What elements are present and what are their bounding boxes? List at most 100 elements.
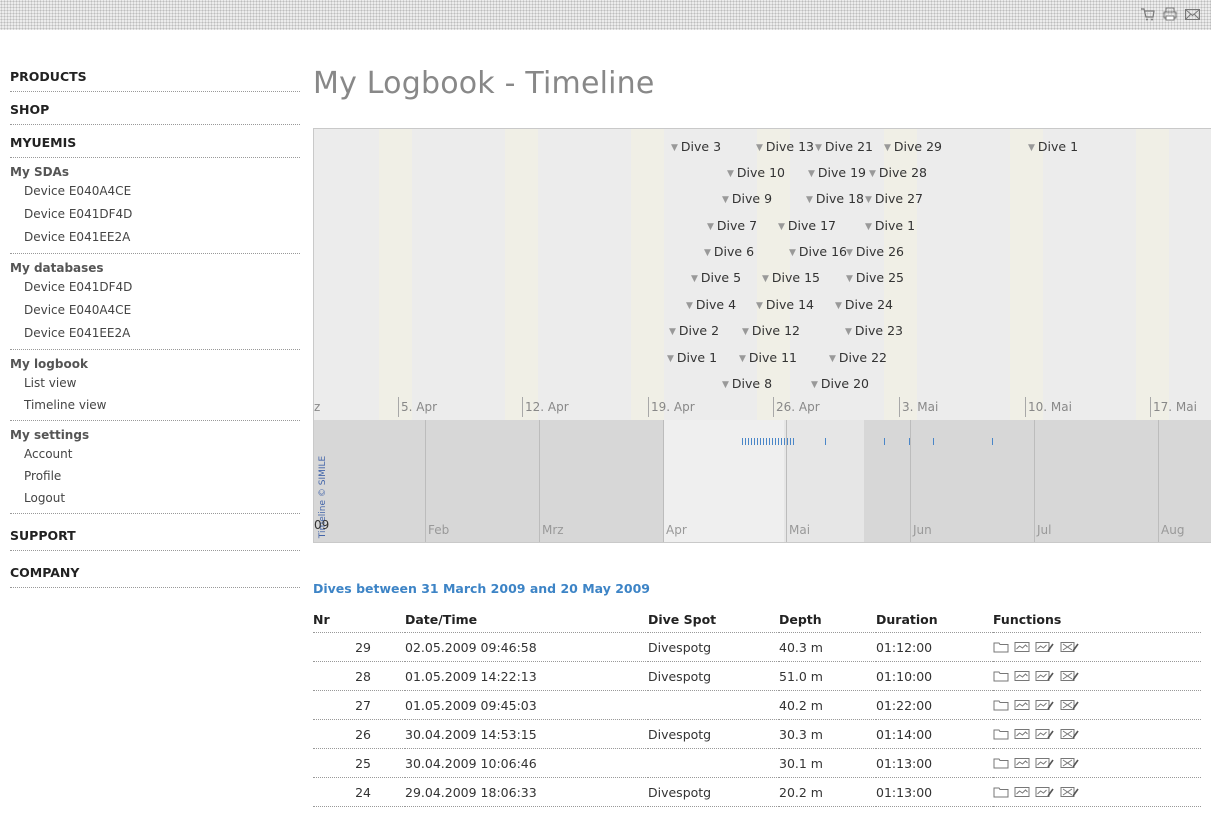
sidebar-group-title[interactable]: My logbook: [10, 356, 300, 372]
sidebar-item-sda[interactable]: Device E041DF4D: [10, 203, 300, 226]
sidebar-item-database[interactable]: Device E040A4CE: [10, 299, 300, 322]
sidebar-group-title[interactable]: My settings: [10, 427, 300, 443]
timeline-event[interactable]: ▼ Dive 10: [727, 165, 785, 181]
timeline-event[interactable]: ▼ Dive 24: [835, 297, 893, 313]
folder-icon[interactable]: [993, 786, 1009, 798]
timeline-event[interactable]: ▼ Dive 28: [869, 165, 927, 181]
sidebar-group-title[interactable]: My SDAs: [10, 164, 300, 180]
table-row[interactable]: 29 02.05.2009 09:46:58 Divespotg 40.3 m 01:1…: [313, 632, 1201, 662]
folder-icon[interactable]: [993, 728, 1009, 740]
profile-graph-icon[interactable]: [1014, 699, 1030, 711]
table-row[interactable]: 24 29.04.2009 18:06:33 Divespotg 20.2 m 01:1…: [313, 777, 1201, 807]
col-date[interactable]: Date/Time: [405, 606, 648, 633]
timeline-event[interactable]: ▼ Dive 13: [756, 139, 814, 155]
delete-icon[interactable]: [1060, 728, 1080, 740]
sidebar-item-list-view[interactable]: List view: [10, 372, 300, 394]
timeline-event[interactable]: ▼ Dive 27: [865, 191, 923, 207]
timeline-event[interactable]: ▼ Dive 29: [884, 139, 942, 155]
timeline-event[interactable]: ▼ Dive 3: [671, 139, 721, 155]
folder-icon[interactable]: [993, 757, 1009, 769]
sidebar-item-sda[interactable]: Device E041EE2A: [10, 226, 300, 249]
sidebar-group-title[interactable]: My databases: [10, 260, 300, 276]
timeline-event[interactable]: ▼ Dive 7: [707, 218, 757, 234]
col-duration[interactable]: Duration: [876, 606, 993, 633]
timeline-detail-band[interactable]: ▼ Dive 3 ▼ Dive 13 ▼ Dive 21 ▼ Dive 29 ▼ Dive 1 ▼ D…: [314, 129, 1211, 420]
month-divider: [539, 420, 540, 542]
folder-icon[interactable]: [993, 641, 1009, 653]
profile-graph-icon[interactable]: [1014, 728, 1030, 740]
event-label: Dive 16: [798, 244, 847, 259]
sidebar-item-sda[interactable]: Device E040A4CE: [10, 180, 300, 203]
table-header-row: Nr Date/Time Dive Spot Depth Duration Fu…: [313, 606, 1201, 633]
timeline-event[interactable]: ▼ Dive 15: [762, 270, 820, 286]
delete-icon[interactable]: [1060, 641, 1080, 653]
timeline-event[interactable]: ▼ Dive 16: [789, 244, 847, 260]
nav-support[interactable]: SUPPORT: [10, 514, 300, 551]
timeline-event[interactable]: ▼ Dive 2: [669, 323, 719, 339]
timeline-event[interactable]: ▼ Dive 1: [1028, 139, 1078, 155]
nav-products[interactable]: PRODUCTS: [10, 60, 300, 92]
timeline-event[interactable]: ▼ Dive 21: [815, 139, 873, 155]
profile-graph-icon[interactable]: [1014, 670, 1030, 682]
col-depth[interactable]: Depth: [779, 606, 876, 633]
timeline-overview-band[interactable]: Timeline © SIMILE 09 Feb Mrz Apr Mai Jun Jul A…: [314, 420, 1211, 542]
edit-graph-icon[interactable]: [1035, 757, 1055, 769]
print-icon[interactable]: [1162, 6, 1178, 22]
nav-shop[interactable]: SHOP: [10, 92, 300, 125]
delete-icon[interactable]: [1060, 786, 1080, 798]
edit-graph-icon[interactable]: [1035, 728, 1055, 740]
timeline-widget[interactable]: ▼ Dive 3 ▼ Dive 13 ▼ Dive 21 ▼ Dive 29 ▼ Dive 1 ▼ D…: [313, 128, 1211, 543]
timeline-event[interactable]: ▼ Dive 19: [808, 165, 866, 181]
top-bar: [0, 0, 1211, 30]
sidebar-item-profile[interactable]: Profile: [10, 465, 300, 487]
sidebar-item-database[interactable]: Device E041DF4D: [10, 276, 300, 299]
table-row[interactable]: 25 30.04.2009 10:06:46 30.1 m 01:13:00: [313, 748, 1201, 778]
timeline-event[interactable]: ▼ Dive 23: [845, 323, 903, 339]
nav-myuemis[interactable]: MYUEMIS: [10, 125, 300, 158]
timeline-event[interactable]: ▼ Dive 22: [829, 350, 887, 366]
timeline-event[interactable]: ▼ Dive 11: [739, 350, 797, 366]
event-label: Dive 19: [817, 165, 866, 180]
col-spot[interactable]: Dive Spot: [648, 606, 779, 633]
sidebar-item-timeline-view[interactable]: Timeline view: [10, 394, 300, 416]
edit-graph-icon[interactable]: [1035, 641, 1055, 653]
timeline-event[interactable]: ▼ Dive 26: [846, 244, 904, 260]
col-nr[interactable]: Nr: [313, 606, 405, 633]
timeline-event[interactable]: ▼ Dive 14: [756, 297, 814, 313]
event-label: Dive 14: [765, 297, 814, 312]
folder-icon[interactable]: [993, 670, 1009, 682]
edit-graph-icon[interactable]: [1035, 699, 1055, 711]
sidebar-item-logout[interactable]: Logout: [10, 487, 300, 509]
timeline-event[interactable]: ▼ Dive 5: [691, 270, 741, 286]
timeline-event[interactable]: ▼ Dive 9: [722, 191, 772, 207]
folder-icon[interactable]: [993, 699, 1009, 711]
nav-company[interactable]: COMPANY: [10, 551, 300, 588]
table-row[interactable]: 26 30.04.2009 14:53:15 Divespotg 30.3 m 01:1…: [313, 719, 1201, 749]
edit-graph-icon[interactable]: [1035, 670, 1055, 682]
timeline-event[interactable]: ▼ Dive 6: [704, 244, 754, 260]
profile-graph-icon[interactable]: [1014, 641, 1030, 653]
cart-icon[interactable]: [1140, 6, 1156, 22]
edit-graph-icon[interactable]: [1035, 786, 1055, 798]
cell-nr: 26: [313, 719, 405, 749]
timeline-event[interactable]: ▼ Dive 18: [806, 191, 864, 207]
timeline-event[interactable]: ▼ Dive 1: [865, 218, 915, 234]
timeline-event[interactable]: ▼ Dive 12: [742, 323, 800, 339]
timeline-event[interactable]: ▼ Dive 25: [846, 270, 904, 286]
timeline-event[interactable]: ▼ Dive 20: [811, 376, 869, 392]
mail-icon[interactable]: [1184, 6, 1201, 22]
timeline-event[interactable]: ▼ Dive 17: [778, 218, 836, 234]
timeline-event[interactable]: ▼ Dive 4: [686, 297, 736, 313]
sidebar-item-account[interactable]: Account: [10, 443, 300, 465]
table-row[interactable]: 27 01.05.2009 09:45:03 40.2 m 01:22:00: [313, 690, 1201, 720]
delete-icon[interactable]: [1060, 699, 1080, 711]
timeline-event[interactable]: ▼ Dive 1: [667, 350, 717, 366]
timeline-event[interactable]: ▼ Dive 8: [722, 376, 772, 392]
event-marker-icon: ▼: [829, 354, 836, 364]
delete-icon[interactable]: [1060, 757, 1080, 769]
profile-graph-icon[interactable]: [1014, 757, 1030, 769]
profile-graph-icon[interactable]: [1014, 786, 1030, 798]
sidebar-item-database[interactable]: Device E041EE2A: [10, 322, 300, 345]
table-row[interactable]: 28 01.05.2009 14:22:13 Divespotg 51.0 m 01:1…: [313, 661, 1201, 691]
delete-icon[interactable]: [1060, 670, 1080, 682]
